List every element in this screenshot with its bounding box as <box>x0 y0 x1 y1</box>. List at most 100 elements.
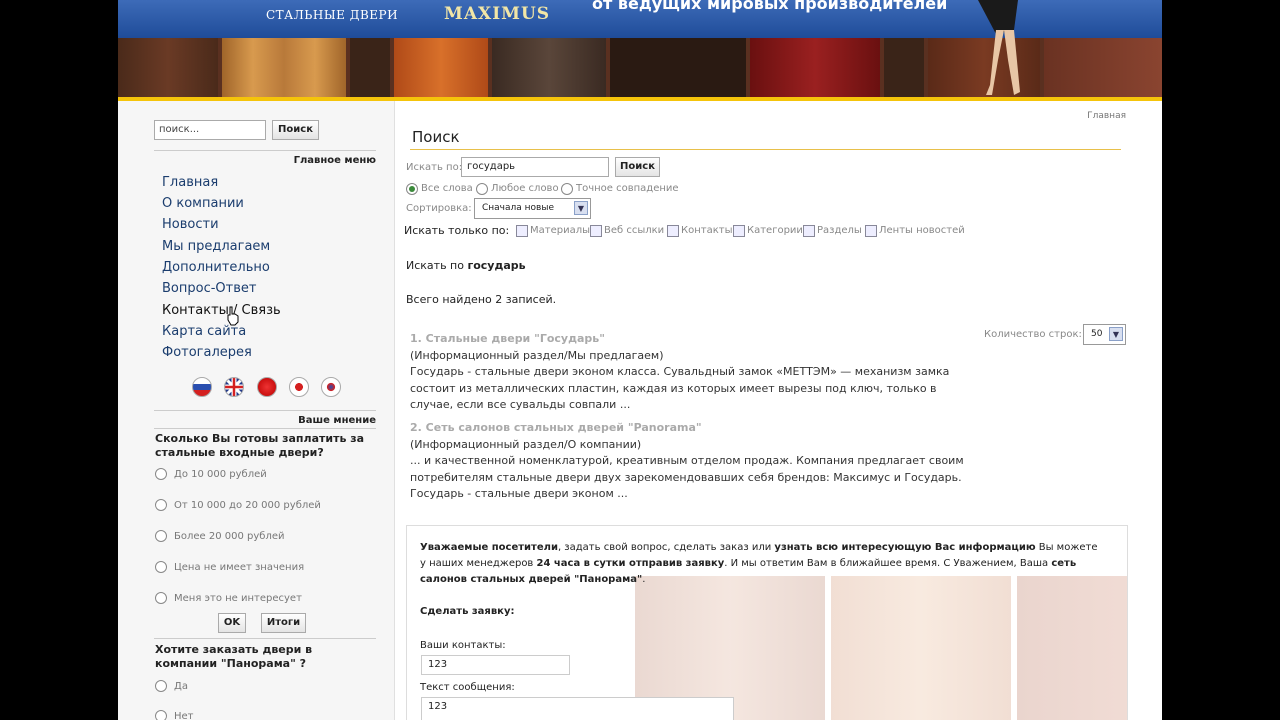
sort-select[interactable]: Сначала новые ▼ <box>474 198 591 219</box>
flag-japan-icon[interactable] <box>289 377 309 397</box>
door-image <box>350 38 390 97</box>
banner-slogan: от ведущих мировых производителей <box>592 0 948 13</box>
total-count: Всего найдено 2 записей. <box>406 293 557 306</box>
menu-item-about[interactable]: О компании <box>162 196 244 211</box>
checkbox-label: Ленты новостей <box>879 225 965 236</box>
rows-select[interactable]: 50 ▼ <box>1083 324 1126 345</box>
search-button[interactable]: Поиск <box>615 157 660 177</box>
divider <box>154 638 376 639</box>
poll-option-label: Более 20 000 рублей <box>174 531 285 542</box>
result-snippet: Государь - стальные двери эконом класса.… <box>410 365 950 411</box>
search-result: 1. Стальные двери "Государь" (Информацио… <box>410 331 980 414</box>
door-image <box>1044 38 1162 97</box>
match-radio-any[interactable] <box>476 183 488 195</box>
poll-radio[interactable] <box>155 499 167 511</box>
door-image <box>394 38 488 97</box>
poll-option-label: Нет <box>174 711 194 720</box>
sidebar-search-button[interactable]: Поиск <box>272 120 319 140</box>
checkbox-materials[interactable] <box>516 225 528 237</box>
banner-subtitle: СТАЛЬНЫЕ ДВЕРИ <box>266 8 399 22</box>
match-radio-all[interactable] <box>406 183 418 195</box>
match-radio-exact[interactable] <box>561 183 573 195</box>
checkbox-weblinks[interactable] <box>590 225 602 237</box>
chevron-down-icon: ▼ <box>1109 327 1123 341</box>
menu-item-offers[interactable]: Мы предлагаем <box>162 239 270 254</box>
form-intro-part: узнать всю интересующую Вас информацию <box>774 542 1036 553</box>
match-label-all: Все слова <box>421 183 473 194</box>
search-for-term: государь <box>467 259 526 272</box>
page-title: Поиск <box>412 128 460 146</box>
divider <box>154 410 376 411</box>
poll-radio[interactable] <box>155 561 167 573</box>
contacts-input[interactable]: 123 <box>421 655 570 675</box>
request-form: Уважаемые посетители, задать свой вопрос… <box>406 525 1128 720</box>
logo[interactable]: MAXIMUS <box>444 4 550 24</box>
checkbox-contacts[interactable] <box>667 225 679 237</box>
page: СТАЛЬНЫЕ ДВЕРИ MAXIMUS от ведущих мировы… <box>118 0 1162 720</box>
chevron-down-icon: ▼ <box>574 201 588 215</box>
checkbox-sections[interactable] <box>803 225 815 237</box>
poll-results-button[interactable]: Итоги <box>261 613 306 633</box>
poll-option-label: От 10 000 до 20 000 рублей <box>174 500 321 511</box>
poll-question: Хотите заказать двери в компании "Панора… <box>155 643 313 670</box>
contacts-label: Ваши контакты: <box>420 640 506 651</box>
flag-china-icon[interactable] <box>257 377 277 397</box>
rows-select-value: 50 <box>1091 329 1103 339</box>
search-result: 2. Сеть салонов стальных дверей "Panoram… <box>410 420 980 503</box>
form-intro-part: . <box>642 574 646 585</box>
door-image <box>222 38 346 97</box>
menu-item-contacts[interactable]: Контакты / Связь <box>162 303 281 318</box>
result-title-link[interactable]: 1. Стальные двери "Государь" <box>410 331 980 348</box>
checkbox-categories[interactable] <box>733 225 745 237</box>
poll-radio[interactable] <box>155 468 167 480</box>
search-input[interactable]: государь <box>461 157 609 177</box>
poll-radio[interactable] <box>155 680 167 692</box>
form-intro-part: . И мы ответим Вам в ближайшее время. С … <box>724 558 1052 569</box>
checkbox-label: Материалы <box>530 225 590 236</box>
divider <box>154 428 376 429</box>
search-label: Искать по: <box>406 162 463 173</box>
menu-item-news[interactable]: Новости <box>162 217 219 232</box>
menu-item-faq[interactable]: Вопрос-Ответ <box>162 281 256 296</box>
search-for-prefix: Искать по <box>406 259 464 272</box>
form-intro-part: Уважаемые посетители <box>420 542 558 553</box>
flag-korea-icon[interactable] <box>321 377 341 397</box>
form-intro-part: 24 часа в сутки отправив заявку <box>536 558 725 569</box>
mouse-cursor-icon <box>227 306 239 326</box>
menu-item-home[interactable]: Главная <box>162 175 218 190</box>
header-banner: СТАЛЬНЫЕ ДВЕРИ MAXIMUS от ведущих мировы… <box>118 0 1162 97</box>
door-image <box>750 38 880 97</box>
checkbox-newsfeeds[interactable] <box>865 225 877 237</box>
door-image <box>118 38 218 97</box>
form-intro-text: Уважаемые посетители, задать свой вопрос… <box>420 540 1100 588</box>
result-title-link[interactable]: 2. Сеть салонов стальных дверей "Panoram… <box>410 420 980 437</box>
make-request-heading: Сделать заявку: <box>420 606 515 617</box>
poll-question: Сколько Вы готовы заплатить за стальные … <box>155 432 365 459</box>
poll-option-label: Цена не имеет значения <box>174 562 305 573</box>
sort-label: Сортировка: <box>406 203 472 214</box>
menu-item-extra[interactable]: Дополнительно <box>162 260 270 275</box>
match-label-any: Любое слово <box>491 183 559 194</box>
checkbox-label: Контакты <box>681 225 733 236</box>
door-background-image <box>831 576 1011 720</box>
breadcrumb[interactable]: Главная <box>1087 111 1126 121</box>
flag-russia-icon[interactable] <box>192 377 212 397</box>
sidebar-search-input[interactable]: поиск... <box>154 120 266 140</box>
poll-radio[interactable] <box>155 530 167 542</box>
door-background-image <box>1017 576 1127 720</box>
message-textarea[interactable]: 123 <box>421 697 734 720</box>
poll-radio[interactable] <box>155 592 167 604</box>
poll-option-label: Меня это не интересует <box>174 593 302 604</box>
main-menu-heading: Главное меню <box>293 155 376 166</box>
rows-label: Количество строк: <box>984 329 1082 340</box>
poll-option-label: Да <box>174 681 188 692</box>
poll-radio[interactable] <box>155 710 167 720</box>
result-section: (Информационный раздел/Мы предлагаем) <box>410 348 664 362</box>
poll-ok-button[interactable]: OK <box>218 613 246 633</box>
menu-item-gallery[interactable]: Фотогалерея <box>162 345 252 360</box>
flag-uk-icon[interactable] <box>224 377 244 397</box>
menu-item-sitemap[interactable]: Карта сайта <box>162 324 246 339</box>
form-intro-part: , задать свой вопрос, сделать заказ или <box>557 542 775 553</box>
match-label-exact: Точное совпадение <box>576 183 679 194</box>
sidebar: поиск... Поиск Главное меню Главная О ко… <box>118 101 395 720</box>
